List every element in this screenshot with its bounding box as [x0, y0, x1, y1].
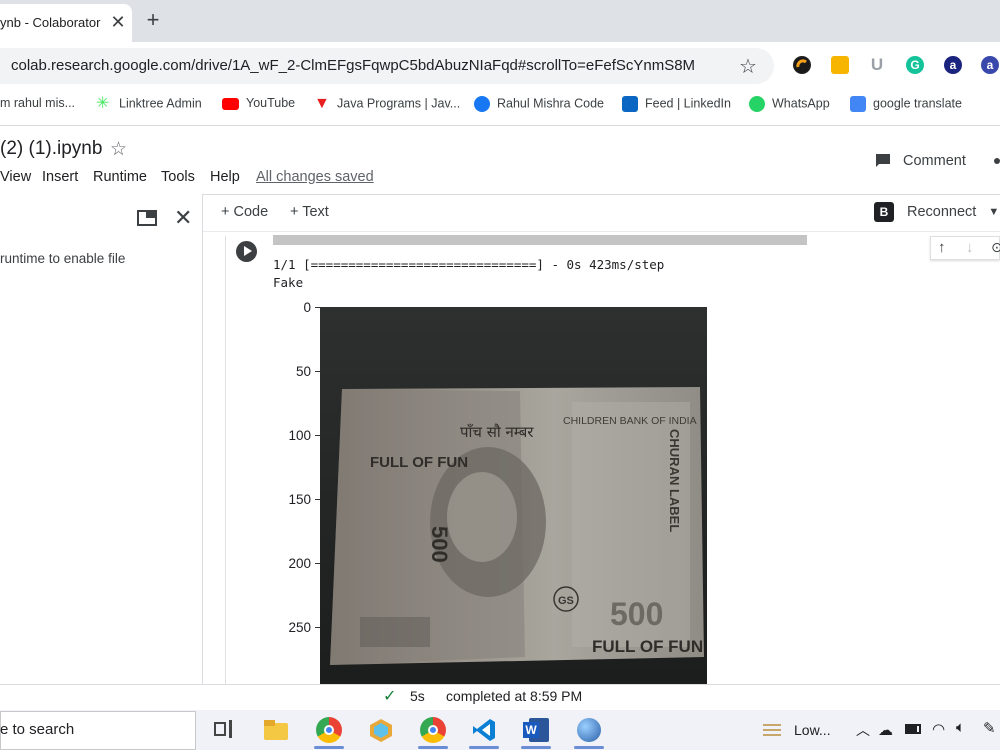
cell-toolbar: ↑ ↓ ⊙	[930, 236, 1000, 260]
note-slogan-top: FULL OF FUN	[370, 454, 468, 471]
link-icon[interactable]: ⊙	[991, 239, 1000, 256]
onedrive-icon[interactable]: ☁	[878, 721, 893, 739]
completion-status: completed at 8:59 PM	[446, 688, 583, 704]
wifi-icon[interactable]: ◠	[932, 720, 945, 738]
bookmark-item[interactable]: google translate	[850, 96, 962, 114]
y-tick-label: 50	[295, 364, 311, 379]
add-code-button[interactable]: + Code	[221, 204, 268, 220]
star-icon[interactable]: ☆	[110, 138, 127, 161]
battery-icon[interactable]	[905, 724, 921, 734]
active-indicator	[418, 746, 448, 749]
tab-close-icon[interactable]: ✕	[108, 12, 128, 32]
menu-insert[interactable]: Insert	[42, 169, 78, 185]
volume-icon[interactable]: 🔈︎	[956, 719, 965, 736]
comment-button[interactable]: Comment	[874, 150, 966, 172]
panel-message: runtime to enable file	[0, 251, 126, 266]
open-in-tab-icon[interactable]	[137, 210, 157, 226]
bookmark-item[interactable]: ▼ Java Programs | Jav...	[314, 96, 460, 114]
menu-help[interactable]: Help	[210, 169, 240, 185]
bookmark-item[interactable]: Feed | LinkedIn	[622, 96, 731, 114]
share-icon[interactable]	[994, 158, 1000, 164]
tab-title: ynb - Colaborator	[0, 15, 101, 30]
app-cube-icon[interactable]	[368, 717, 394, 743]
whatsapp-icon	[749, 96, 765, 112]
note-hindi-text: पाँच सौ नम्बर	[460, 423, 534, 441]
url-text[interactable]: colab.research.google.com/drive/1A_wF_2-…	[11, 57, 695, 74]
task-view-icon[interactable]	[212, 717, 238, 743]
facebook-icon	[474, 96, 490, 112]
y-tick-label: 250	[288, 620, 311, 635]
note-denomination: 500	[610, 596, 663, 632]
menu-view[interactable]: View	[0, 169, 31, 185]
extension-a-icon[interactable]: a	[944, 56, 962, 74]
weather-icon[interactable]	[761, 719, 783, 741]
file-panel	[0, 194, 203, 684]
banknote-image: CHILDREN BANK OF INDIA FULL OF FUN पाँच …	[320, 307, 707, 684]
translate-icon	[850, 96, 866, 112]
active-indicator	[574, 746, 604, 749]
active-indicator	[469, 746, 499, 749]
add-text-button[interactable]: + Text	[290, 204, 329, 220]
note-gs-mark: GS	[558, 595, 574, 607]
chrome-icon[interactable]	[316, 717, 342, 743]
output-prediction: Fake	[273, 275, 304, 290]
active-indicator	[521, 746, 551, 749]
grammarly-icon[interactable]: G	[906, 56, 924, 74]
note-bank-name: CHILDREN BANK OF INDIA	[563, 415, 697, 427]
chrome-profile-icon[interactable]	[420, 717, 446, 743]
extension-s-icon[interactable]	[793, 56, 811, 74]
y-tick-label: 100	[288, 428, 311, 443]
bookmark-item[interactable]: YouTube	[222, 96, 295, 114]
reconnect-button[interactable]: B Reconnect ▼	[874, 201, 999, 223]
app-globe-icon[interactable]	[576, 717, 602, 743]
file-explorer-icon[interactable]	[263, 717, 289, 743]
bookmark-star-icon[interactable]: ☆	[739, 54, 757, 79]
java-icon: ▼	[314, 95, 330, 112]
active-indicator	[314, 746, 344, 749]
y-tick-label: 200	[288, 556, 311, 571]
search-placeholder[interactable]: e to search	[0, 721, 74, 738]
note-slogan-bottom: FULL OF FUN	[592, 637, 703, 656]
linkedin-icon	[622, 96, 638, 112]
menu-tools[interactable]: Tools	[161, 169, 195, 185]
comment-icon	[876, 154, 890, 167]
move-down-icon[interactable]: ↓	[966, 239, 974, 256]
y-tick-label: 150	[288, 492, 311, 507]
menu-runtime[interactable]: Runtime	[93, 169, 147, 185]
pen-icon[interactable]: ✎	[983, 719, 996, 737]
run-cell-icon[interactable]	[236, 241, 257, 262]
cell-gutter	[225, 236, 226, 684]
save-status[interactable]: All changes saved	[256, 169, 374, 185]
bookmark-item[interactable]: WhatsApp	[749, 96, 830, 114]
weather-text[interactable]: Low...	[794, 722, 831, 738]
output-scrollbar[interactable]	[273, 235, 807, 245]
move-up-icon[interactable]: ↑	[938, 239, 946, 256]
bookmark-item[interactable]: m rahul mis...	[0, 96, 75, 114]
extension-bell-icon[interactable]	[831, 56, 849, 74]
note-side-text: CHURAN LABEL	[667, 429, 682, 532]
chevron-up-icon[interactable]: ︿	[856, 720, 870, 740]
notebook-title[interactable]: (2) (1).ipynb	[0, 138, 102, 160]
bookmark-item[interactable]: ✳ Linktree Admin	[96, 96, 202, 114]
y-tick-label: 0	[303, 300, 311, 315]
bookmark-item[interactable]: Rahul Mishra Code	[474, 96, 604, 114]
runtime-badge: B	[874, 202, 894, 222]
linktree-icon: ✳	[96, 95, 110, 112]
chevron-down-icon[interactable]: ▼	[988, 206, 999, 218]
browser-tab[interactable]: ynb - Colaborator ✕	[0, 4, 132, 42]
new-tab-icon[interactable]: +	[143, 8, 163, 32]
close-panel-icon[interactable]: ✕	[174, 205, 192, 231]
output-progress-line: 1/1 [==============================] - 0…	[273, 257, 665, 272]
check-icon: ✓	[383, 688, 397, 705]
youtube-icon	[222, 97, 239, 110]
vscode-icon[interactable]	[471, 717, 497, 743]
note-denomination-vertical: 500	[427, 526, 452, 563]
word-icon[interactable]: W	[523, 717, 549, 743]
execution-time: 5s	[410, 688, 425, 704]
extension-u-icon[interactable]: U	[868, 56, 886, 74]
extension-a2-icon[interactable]: a	[981, 56, 999, 74]
